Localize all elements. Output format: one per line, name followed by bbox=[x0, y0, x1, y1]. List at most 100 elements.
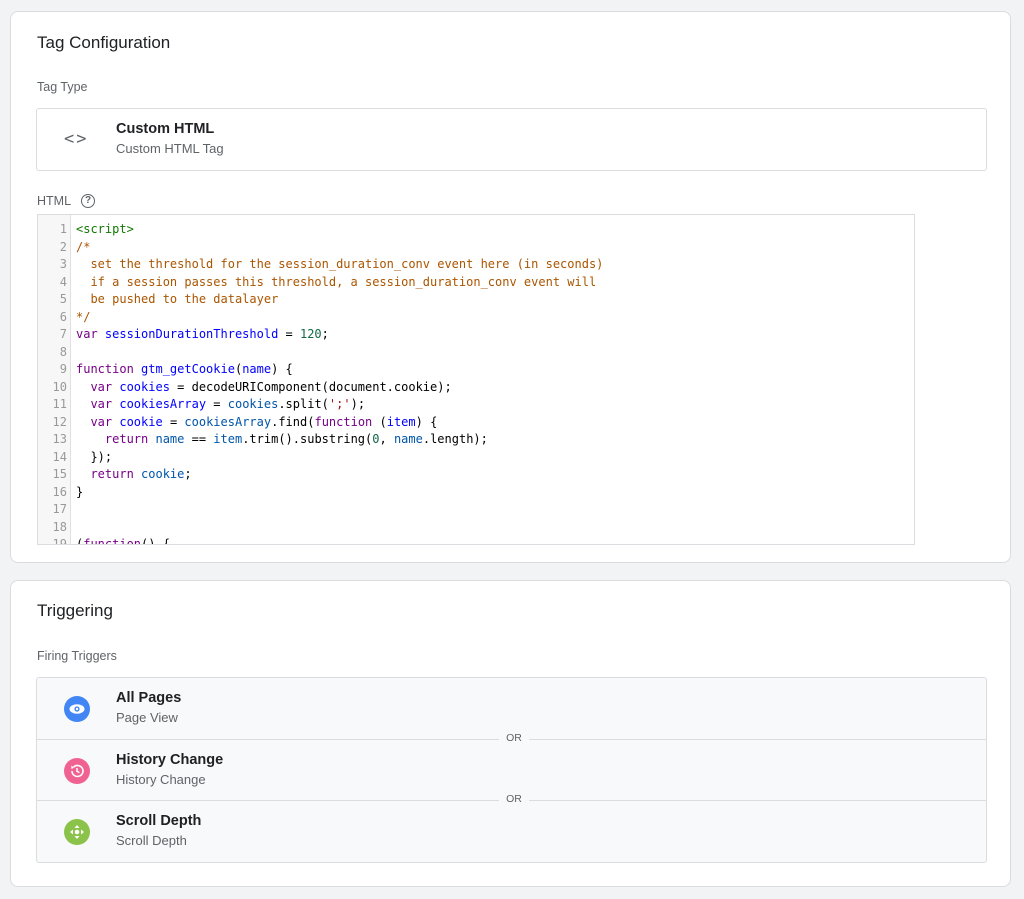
line-content: <script> bbox=[76, 221, 134, 239]
trigger-row-history-change[interactable]: History Change History Change bbox=[37, 740, 986, 801]
code-token: cookie bbox=[119, 414, 163, 429]
code-token: var bbox=[76, 379, 120, 394]
line-content: be pushed to the datalayer bbox=[76, 291, 278, 309]
code-token: 120 bbox=[299, 327, 322, 341]
code-line: 4 if a session passes this threshold, a … bbox=[38, 274, 596, 292]
code-token: ); bbox=[350, 397, 366, 411]
line-number: 13 bbox=[52, 432, 67, 446]
trigger-name: Scroll Depth bbox=[116, 813, 202, 829]
line-content: } bbox=[76, 484, 83, 502]
code-token: = bbox=[206, 397, 228, 411]
code-line: 18 bbox=[38, 519, 67, 537]
line-number: 6 bbox=[59, 309, 67, 324]
line-number: 10 bbox=[52, 379, 67, 394]
tag-configuration-title: Tag Configuration bbox=[37, 33, 171, 52]
code-token: ; bbox=[184, 467, 192, 481]
code-token: name bbox=[155, 432, 185, 446]
line-number: 4 bbox=[59, 274, 67, 289]
code-token: } bbox=[76, 484, 84, 499]
line-content: function gtm_getCookie(name) { bbox=[76, 361, 293, 379]
code-token: return bbox=[76, 432, 156, 446]
html-label: HTML bbox=[37, 194, 72, 208]
line-number: 19 bbox=[52, 537, 67, 545]
code-token: ; bbox=[321, 327, 329, 341]
code-token: cookiesArray bbox=[119, 397, 207, 411]
help-icon[interactable]: ? bbox=[81, 194, 96, 208]
code-token: cookies bbox=[119, 379, 170, 394]
line-content: */ bbox=[76, 309, 90, 327]
code-token: ) { bbox=[271, 362, 293, 376]
code-token: /* bbox=[76, 239, 91, 254]
triggering-card: Triggering Firing Triggers All Pages Pag… bbox=[10, 580, 1011, 887]
line-number: 15 bbox=[52, 467, 67, 481]
code-line: 10 var cookies = decodeURIComponent(docu… bbox=[38, 379, 452, 397]
tag-type-name: Custom HTML bbox=[116, 121, 215, 137]
code-token: = bbox=[278, 327, 300, 341]
code-token: if a session passes this threshold, a se… bbox=[76, 274, 597, 289]
code-line: 3 set the threshold for the session_dura… bbox=[38, 256, 604, 274]
line-number: 16 bbox=[52, 484, 67, 499]
firing-triggers-label: Firing Triggers bbox=[37, 649, 117, 663]
line-number: 18 bbox=[52, 519, 67, 534]
code-line: 2 /* bbox=[38, 239, 91, 257]
code-token: be pushed to the datalayer bbox=[76, 292, 279, 306]
line-content: }); bbox=[76, 449, 112, 467]
code-token: .trim().substring( bbox=[242, 432, 373, 446]
line-number: 2 bbox=[59, 239, 67, 254]
tag-type-selector[interactable]: <> Custom HTML Custom HTML Tag bbox=[36, 108, 987, 171]
code-token: }); bbox=[76, 449, 113, 464]
code-token: var bbox=[76, 397, 120, 411]
code-token: function bbox=[83, 537, 142, 545]
line-number: 3 bbox=[59, 257, 67, 271]
code-token: function bbox=[76, 362, 142, 376]
html-code-editor[interactable]: 1 <script> 2 /* 3 set the threshold for the … bbox=[37, 214, 915, 545]
line-content: return cookie; bbox=[76, 466, 192, 484]
code-line: 13 return name == item.trim().substring(… bbox=[38, 431, 488, 449]
code-token: ) { bbox=[415, 414, 438, 429]
tag-type-subtitle: Custom HTML Tag bbox=[116, 141, 224, 156]
code-token: .split( bbox=[278, 397, 329, 411]
code-line: 9 function gtm_getCookie(name) { bbox=[38, 361, 293, 379]
code-line: 19 (function() { bbox=[38, 536, 170, 545]
code-token: cookies bbox=[227, 397, 279, 411]
line-number: 5 bbox=[59, 292, 67, 306]
line-number: 14 bbox=[52, 449, 67, 464]
code-token: sessionDurationThreshold bbox=[104, 327, 279, 341]
code-line: 14 }); bbox=[38, 449, 113, 467]
code-line: 5 be pushed to the datalayer bbox=[38, 291, 279, 309]
history-icon bbox=[64, 758, 90, 784]
line-number: 11 bbox=[52, 397, 67, 411]
code-token: */ bbox=[76, 309, 91, 324]
line-number: 9 bbox=[59, 362, 67, 376]
code-token: () { bbox=[141, 537, 170, 545]
code-token: , bbox=[379, 432, 394, 446]
trigger-type: Page View bbox=[116, 710, 178, 725]
code-token: .length); bbox=[422, 432, 488, 446]
line-number: 17 bbox=[52, 502, 67, 516]
code-line: 16} bbox=[38, 484, 84, 502]
code-token: name bbox=[242, 362, 272, 376]
move-arrows-icon bbox=[64, 819, 90, 845]
trigger-row-scroll-depth[interactable]: Scroll Depth Scroll Depth bbox=[37, 801, 986, 862]
code-token: = decodeURIComponent(document.cookie); bbox=[169, 379, 452, 394]
code-token: ';' bbox=[328, 397, 351, 411]
code-token: <script> bbox=[76, 222, 134, 236]
code-line: 15 return cookie; bbox=[38, 466, 192, 484]
code-lines: 1 <script> 2 /* 3 set the threshold for the … bbox=[38, 221, 604, 545]
code-token: var bbox=[76, 327, 105, 341]
code-token: == bbox=[184, 432, 214, 446]
line-content: var cookie = cookiesArray.find(function … bbox=[76, 414, 437, 432]
line-content: var cookies = decodeURIComponent(documen… bbox=[76, 379, 452, 397]
firing-triggers-list: All Pages Page View OR History Change Hi… bbox=[36, 677, 987, 863]
tag-configuration-card: Tag Configuration Tag Type <> Custom HTM… bbox=[10, 11, 1011, 563]
line-number: 1 bbox=[59, 222, 67, 236]
code-token: set the threshold for the session_durati… bbox=[76, 257, 604, 271]
line-content: set the threshold for the session_durati… bbox=[76, 256, 603, 274]
code-token: function bbox=[314, 414, 373, 429]
trigger-row-all-pages[interactable]: All Pages Page View bbox=[37, 678, 986, 739]
line-content: if a session passes this threshold, a se… bbox=[76, 274, 596, 292]
code-token: = bbox=[162, 414, 185, 429]
code-token: item bbox=[386, 414, 416, 429]
code-line: 1 <script> bbox=[38, 221, 134, 239]
code-token: item bbox=[213, 432, 243, 446]
